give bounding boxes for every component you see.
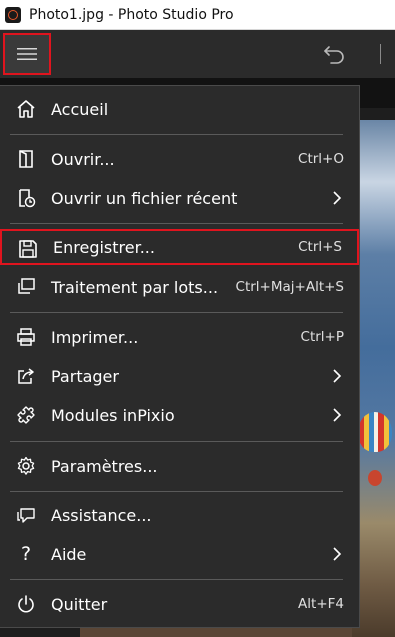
menu-item-batch[interactable]: Traitement par lots... Ctrl+Maj+Alt+S: [0, 269, 359, 305]
menu-separator: [10, 491, 343, 492]
menu-item-assistance[interactable]: Assistance...: [0, 497, 359, 533]
hamburger-menu-button[interactable]: [3, 33, 51, 75]
menu-item-label: Enregistrer...: [53, 237, 155, 257]
puzzle-icon: [17, 406, 35, 424]
menu-item-help[interactable]: ? Aide: [0, 536, 359, 572]
menu-separator: [10, 223, 343, 224]
menu-item-label: Traitement par lots...: [51, 277, 219, 297]
shortcut-label: Ctrl+O: [298, 151, 344, 167]
menu-item-label: Ouvrir un fichier récent: [51, 188, 238, 208]
small-balloon: [368, 470, 382, 486]
menu-item-label: Quitter: [51, 594, 108, 614]
menu-item-share[interactable]: Partager: [0, 358, 359, 394]
chevron-right-icon: [333, 369, 342, 383]
menu-item-label: Imprimer...: [51, 327, 139, 347]
shortcut-label: Ctrl+P: [300, 329, 344, 345]
menu-item-print[interactable]: Imprimer... Ctrl+P: [0, 319, 359, 355]
menu-item-label: Aide: [51, 544, 87, 564]
menu-item-label: Assistance...: [51, 505, 152, 525]
recent-file-icon: [19, 189, 36, 208]
chevron-right-icon: [333, 547, 342, 561]
title-bar: Photo1.jpg - Photo Studio Pro: [0, 0, 395, 30]
menu-item-label: Partager: [51, 366, 119, 386]
batch-icon: [18, 278, 35, 294]
undo-icon[interactable]: [322, 42, 348, 66]
chat-icon: [17, 508, 35, 523]
toolbar: [0, 30, 395, 78]
menu-item-save[interactable]: Enregistrer... Ctrl+S: [0, 229, 359, 265]
hamburger-icon: [17, 48, 37, 60]
menu-separator: [10, 441, 343, 442]
shortcut-label: Ctrl+Maj+Alt+S: [235, 279, 344, 295]
app-logo-icon: [5, 6, 21, 23]
gear-icon: [17, 456, 35, 475]
open-file-icon: [19, 150, 33, 168]
menu-item-settings[interactable]: Paramètres...: [0, 448, 359, 484]
main-menu: Accueil Ouvrir... Ctrl+O Ouvrir un fichi…: [0, 85, 360, 628]
menu-separator: [10, 579, 343, 580]
menu-item-label: Paramètres...: [51, 456, 158, 476]
shortcut-label: Ctrl+S: [298, 239, 342, 255]
chevron-right-icon: [333, 408, 342, 422]
toolbar-separator: [380, 44, 381, 64]
chevron-right-icon: [333, 191, 342, 205]
save-icon: [19, 240, 37, 258]
menu-separator: [10, 134, 343, 135]
menu-item-label: Accueil: [51, 99, 109, 119]
menu-item-home[interactable]: Accueil: [0, 91, 359, 127]
menu-item-modules[interactable]: Modules inPixio: [0, 397, 359, 433]
menu-item-open-recent[interactable]: Ouvrir un fichier récent: [0, 180, 359, 216]
menu-item-quit[interactable]: Quitter Alt+F4: [0, 586, 359, 622]
printer-icon: [17, 328, 35, 346]
share-icon: [18, 368, 34, 384]
question-icon: ?: [20, 543, 32, 565]
menu-item-open[interactable]: Ouvrir... Ctrl+O: [0, 141, 359, 177]
menu-item-label: Modules inPixio: [51, 405, 175, 425]
menu-item-label: Ouvrir...: [51, 149, 115, 169]
home-icon: [17, 100, 35, 118]
hot-air-balloon: [358, 412, 392, 452]
shortcut-label: Alt+F4: [298, 596, 344, 612]
power-icon: [18, 595, 34, 613]
menu-separator: [10, 312, 343, 313]
window-title: Photo1.jpg - Photo Studio Pro: [29, 6, 234, 23]
photo-bottom-strip: [80, 628, 352, 637]
